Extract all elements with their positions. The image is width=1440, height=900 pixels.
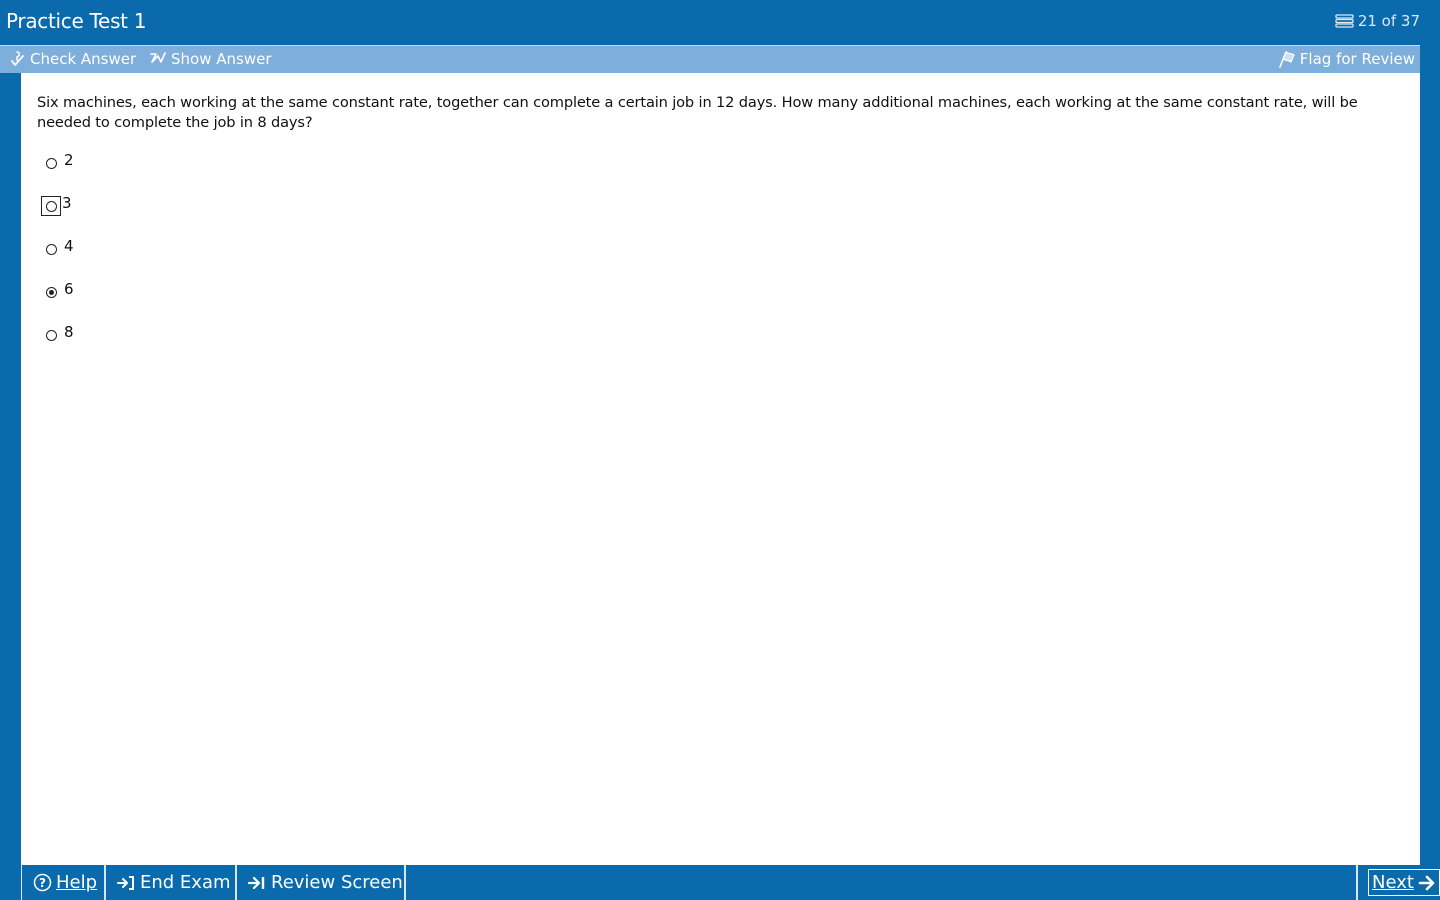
bottom-navigation-bar: ? Help End Exam Review Screen Next: [21, 865, 1440, 900]
answer-choice-3[interactable]: 3: [41, 194, 74, 239]
arrow-right-icon: [1418, 874, 1436, 892]
review-arrow-icon: [247, 874, 267, 892]
question-text: Six machines, each working at the same c…: [37, 94, 1358, 131]
radio-wrapper: [41, 282, 61, 302]
check-answer-label: Check Answer: [30, 50, 137, 68]
progress-text: 21 of 37: [1357, 12, 1420, 30]
title-bar: Practice Test 1 21 of 37: [0, 0, 1440, 45]
help-button[interactable]: ? Help: [21, 865, 106, 900]
end-exam-button[interactable]: End Exam: [106, 865, 237, 900]
choice-label: 6: [64, 280, 74, 298]
radio-button[interactable]: [45, 200, 57, 212]
help-label: Help: [56, 872, 98, 893]
show-answer-label: Show Answer: [171, 50, 272, 68]
radio-wrapper-focused: [41, 196, 61, 216]
radio-button[interactable]: [45, 157, 57, 169]
list-icon: [1335, 14, 1354, 28]
next-focus-frame: Next: [1368, 869, 1440, 896]
show-answer-icon: [148, 50, 168, 68]
choice-label: 4: [64, 237, 74, 255]
end-exam-label: End Exam: [140, 872, 231, 893]
page-title: Practice Test 1: [6, 9, 147, 33]
choice-label: 2: [64, 151, 74, 169]
check-answer-button[interactable]: Check Answer: [9, 50, 136, 68]
svg-text:?: ?: [39, 876, 46, 890]
radio-wrapper: [41, 239, 61, 259]
toolbar: Check Answer Show Answer Flag for Review: [0, 45, 1420, 73]
radio-button-selected[interactable]: [45, 286, 57, 298]
question-panel: Six machines, each working at the same c…: [21, 73, 1420, 865]
answer-choice-2[interactable]: 2: [41, 151, 74, 196]
next-label: Next: [1372, 872, 1414, 893]
radio-button[interactable]: [45, 329, 57, 341]
review-screen-label: Review Screen: [271, 872, 403, 893]
help-icon: ?: [33, 873, 52, 892]
exit-icon: [116, 874, 136, 892]
choice-label: 3: [62, 194, 72, 212]
left-border: [0, 73, 21, 900]
answer-choice-6[interactable]: 6: [41, 280, 74, 325]
radio-wrapper: [41, 325, 61, 345]
check-answer-icon: [9, 50, 27, 68]
show-answer-button[interactable]: Show Answer: [148, 50, 272, 68]
choice-label: 8: [64, 323, 74, 341]
review-screen-button[interactable]: Review Screen: [237, 865, 406, 900]
flag-icon: [1277, 50, 1297, 68]
radio-wrapper: [41, 153, 61, 173]
next-button[interactable]: Next: [1356, 865, 1440, 900]
flag-for-review-button[interactable]: Flag for Review: [1277, 50, 1415, 68]
flag-for-review-label: Flag for Review: [1299, 50, 1415, 68]
question-progress: 21 of 37: [1335, 12, 1420, 30]
answer-choice-8[interactable]: 8: [41, 323, 74, 368]
radio-button[interactable]: [45, 243, 57, 255]
answer-choices: 2 3 4 6 8: [41, 151, 74, 368]
answer-choice-4[interactable]: 4: [41, 237, 74, 282]
